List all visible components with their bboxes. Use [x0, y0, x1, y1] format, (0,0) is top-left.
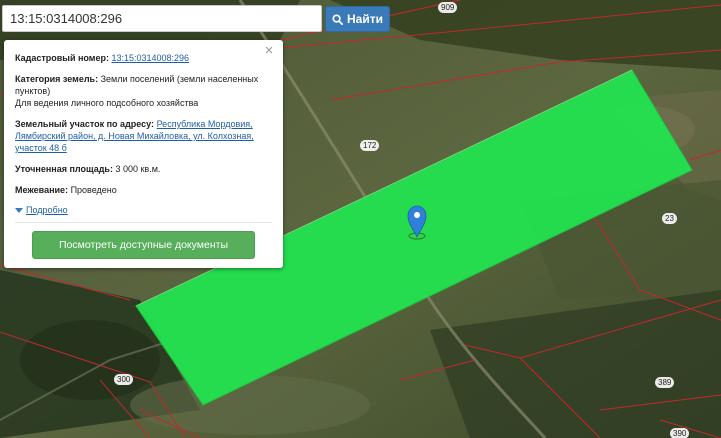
address-row: Земельный участок по адресу: Республика …	[15, 118, 273, 154]
area-row: Уточненная площадь: 3 000 кв.м.	[15, 163, 273, 175]
survey-label: Межевание:	[15, 185, 69, 195]
address-label: Земельный участок по адресу:	[15, 119, 155, 129]
land-use-value: Для ведения личного подсобного хозяйства	[15, 98, 199, 108]
cadastral-number-link[interactable]: 13:15:0314008:296	[111, 53, 189, 63]
details-toggle[interactable]: Подробно	[15, 204, 273, 216]
plot-number-label: 909	[438, 2, 458, 13]
view-documents-button[interactable]: Посмотреть доступные документы	[32, 231, 255, 259]
search-bar	[2, 5, 322, 32]
area-label: Уточненная площадь:	[15, 164, 113, 174]
land-category-label: Категория земель:	[15, 74, 99, 84]
search-button-label: Найти	[347, 12, 383, 26]
search-input[interactable]	[2, 5, 322, 32]
details-toggle-label: Подробно	[26, 205, 68, 215]
search-icon	[332, 13, 343, 25]
location-marker-icon	[407, 205, 427, 240]
close-icon[interactable]: ×	[263, 43, 275, 58]
cadastral-number-row: Кадастровый номер: 13:15:0314008:296	[15, 52, 273, 64]
area-value: 3 000 кв.м.	[115, 164, 161, 174]
divider	[15, 222, 272, 223]
cadastral-number-label: Кадастровый номер:	[15, 53, 109, 63]
search-button[interactable]: Найти	[325, 6, 390, 32]
survey-row: Межевание: Проведено	[15, 184, 273, 196]
plot-number-label: 389	[655, 377, 675, 388]
plot-number-label: 23	[662, 213, 677, 224]
land-category-row: Категория земель: Земли поселений (земли…	[15, 73, 273, 109]
survey-value: Проведено	[70, 185, 117, 195]
caret-down-icon	[15, 207, 23, 213]
parcel-info-popup: × Кадастровый номер: 13:15:0314008:296 К…	[4, 40, 283, 268]
plot-number-label: 300	[114, 374, 134, 385]
plot-number-label: 172	[360, 140, 380, 151]
plot-number-label: 390	[670, 428, 690, 438]
